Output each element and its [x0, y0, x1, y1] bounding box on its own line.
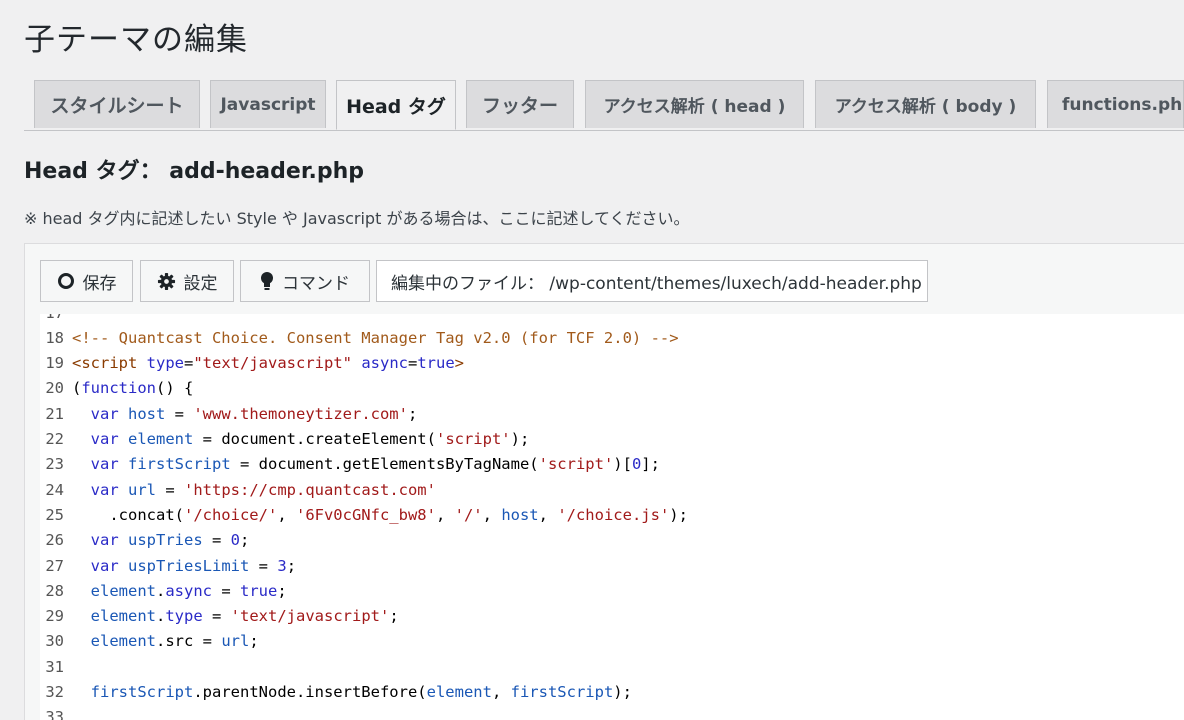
circle-icon [57, 272, 75, 290]
tab-analytics-head[interactable]: アクセス解析 ( head ) [585, 80, 804, 128]
code-line[interactable]: 18 <!-- Quantcast Choice. Consent Manager… [40, 325, 1184, 350]
tab-analytics-body[interactable]: アクセス解析 ( body ) [815, 80, 1036, 128]
line-number: 27 [45, 556, 64, 575]
code-editor[interactable]: 17 18 <!-- Quantcast Choice. Consent Manag… [40, 314, 1184, 720]
line-number: 19 [45, 354, 64, 373]
code-text: element.src = url; [90, 632, 259, 651]
code-text: <script type="text/javascript" async=tru… [72, 354, 465, 373]
section-title: Head タグ： add-header.php [24, 159, 365, 184]
code-text: element.type = 'text/javascript'; [90, 607, 399, 626]
code-line[interactable]: 23 var firstScript = document.getElement… [40, 452, 1184, 477]
help-note: ※ head タグ内に記述したい Style や Javascript がある場… [24, 209, 690, 228]
code-text: var url = 'https://cmp.quantcast.com' [90, 480, 436, 499]
code-text: element.async = true; [90, 581, 287, 600]
code-line[interactable]: 25 .concat('/choice/', '6Fv0cGNfc_bw8', … [40, 502, 1184, 527]
code-text: var uspTriesLimit = 3; [90, 556, 297, 575]
tab-bar: スタイルシート Javascript Head タグ フッター アクセス解析 (… [24, 80, 1184, 131]
line-number: 20 [45, 379, 64, 398]
code-text: <!-- Quantcast Choice. Consent Manager T… [72, 328, 679, 347]
tab-footer[interactable]: フッター [466, 80, 574, 128]
code-line[interactable]: 17 [40, 314, 1184, 325]
line-number: 23 [45, 455, 64, 474]
code-line[interactable]: 20 (function() { [40, 376, 1184, 401]
line-number: 32 [45, 683, 64, 701]
code-line[interactable]: 24 var url = 'https://cmp.quantcast.com' [40, 477, 1184, 502]
code-line[interactable]: 22 var element = document.createElement(… [40, 427, 1184, 452]
code-text: var uspTries = 0; [90, 531, 250, 550]
line-number: 22 [45, 430, 64, 448]
code-line[interactable]: 30 element.src = url; [40, 629, 1184, 654]
line-number: 18 [45, 328, 64, 347]
tab-javascript[interactable]: Javascript [210, 80, 326, 128]
bulb-icon [260, 271, 274, 291]
save-label: 保存 [82, 273, 117, 294]
tab-functions[interactable]: functions.php [1047, 80, 1184, 128]
code-line[interactable]: 31 [40, 654, 1184, 679]
current-file-display: 編集中のファイル： /wp-content/themes/luxech/add-… [376, 260, 928, 302]
code-text: var firstScript = document.getElementsBy… [90, 455, 660, 474]
line-number: 28 [45, 581, 64, 600]
code-line[interactable]: 21 var host = 'www.themoneytizer.com'; [40, 401, 1184, 426]
line-number: 21 [45, 404, 64, 423]
code-line[interactable]: 28 element.async = true; [40, 578, 1184, 603]
code-text: firstScript.parentNode.insertBefore(elem… [90, 683, 632, 701]
editor-panel: 保存 設定 コマンド 編集中のファイル： /wp-content/themes/… [24, 243, 1184, 720]
code-text: var host = 'www.themoneytizer.com'; [90, 404, 418, 423]
settings-label: 設定 [183, 273, 218, 294]
line-number: 30 [45, 632, 64, 651]
line-number: 25 [45, 505, 64, 524]
editor-toolbar: 保存 設定 コマンド 編集中のファイル： /wp-content/themes/… [40, 260, 1184, 304]
code-line[interactable]: 29 element.type = 'text/javascript'; [40, 604, 1184, 629]
page-title: 子テーマの編集 [24, 22, 248, 58]
line-number: 31 [45, 657, 64, 676]
code-line[interactable]: 33 [40, 705, 1184, 720]
command-label: コマンド [282, 273, 350, 294]
line-number: 26 [45, 531, 64, 550]
tab-stylesheet[interactable]: スタイルシート [34, 80, 200, 128]
code-text: .concat('/choice/', '6Fv0cGNfc_bw8', '/'… [72, 505, 688, 524]
command-button[interactable]: コマンド [240, 260, 370, 302]
save-button[interactable]: 保存 [40, 260, 133, 302]
code-line[interactable]: 27 var uspTriesLimit = 3; [40, 553, 1184, 578]
line-number: 29 [45, 607, 64, 626]
tab-head[interactable]: Head タグ [336, 80, 456, 130]
line-number: 33 [45, 708, 64, 720]
code-text: var element = document.createElement('sc… [90, 430, 530, 448]
line-number: 24 [45, 480, 64, 499]
settings-button[interactable]: 設定 [140, 260, 234, 302]
code-line[interactable]: 32 firstScript.parentNode.insertBefore(e… [40, 680, 1184, 705]
code-line[interactable]: 19 <script type="text/javascript" async=t… [40, 351, 1184, 376]
code-line[interactable]: 26 var uspTries = 0; [40, 528, 1184, 553]
code-text: (function() { [72, 379, 194, 398]
line-number: 17 [40, 314, 72, 322]
gear-icon [157, 272, 176, 291]
